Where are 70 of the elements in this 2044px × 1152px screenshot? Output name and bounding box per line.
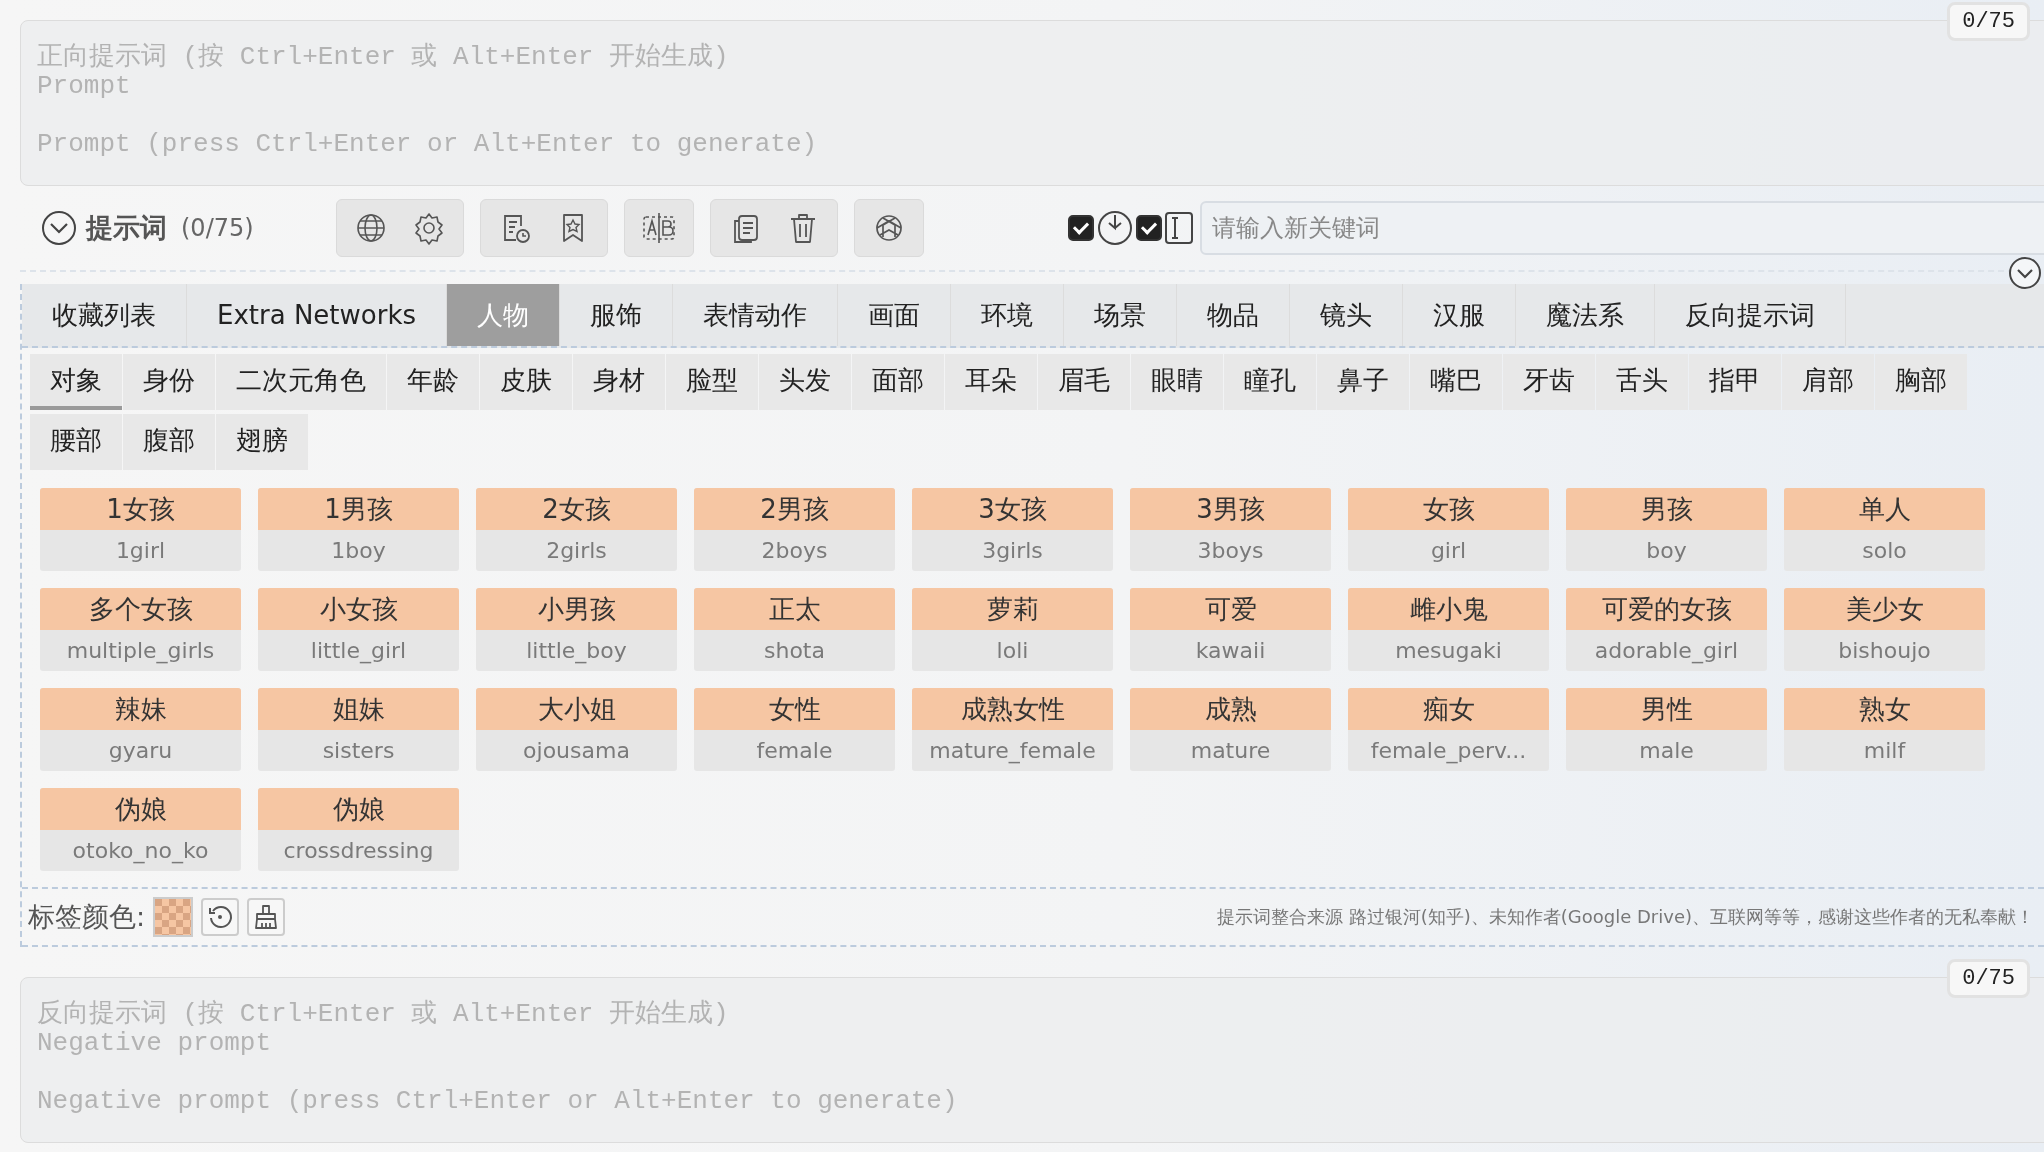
tag-name[interactable]: 可爱的女孩 [1566, 588, 1767, 630]
tag-name[interactable]: 女性 [694, 688, 895, 730]
tag-name[interactable]: 伪娘 [40, 788, 241, 830]
category-tab[interactable]: 画面 [838, 284, 951, 346]
tag-name[interactable]: 可爱 [1130, 588, 1331, 630]
tag-name[interactable]: 1女孩 [40, 488, 241, 530]
subcategory-tab[interactable]: 年龄 [387, 354, 479, 410]
tag-name[interactable]: 美少女 [1784, 588, 1985, 630]
tag-name[interactable]: 痴女 [1348, 688, 1549, 730]
tag-name[interactable]: 2女孩 [476, 488, 677, 530]
tag-name[interactable]: 熟女 [1784, 688, 1985, 730]
category-tab[interactable]: 反向提示词 [1655, 284, 1846, 346]
tag-name[interactable]: 男孩 [1566, 488, 1767, 530]
tag-color-label: 标签颜色: [28, 900, 146, 934]
subcategory-tab[interactable]: 眉毛 [1038, 354, 1130, 410]
tag-name[interactable]: 3男孩 [1130, 488, 1331, 530]
subcategory-tab[interactable]: 鼻子 [1317, 354, 1409, 410]
category-tab[interactable]: 场景 [1064, 284, 1177, 346]
category-tab[interactable]: 表情动作 [673, 284, 838, 346]
tag-name[interactable]: 2男孩 [694, 488, 895, 530]
tag-name[interactable]: 姐妹 [258, 688, 459, 730]
tag-name[interactable]: 成熟 [1130, 688, 1331, 730]
tag-name[interactable]: 大小姐 [476, 688, 677, 730]
category-tab[interactable]: 收藏列表 [22, 284, 187, 346]
tag-name[interactable]: 成熟女性 [912, 688, 1113, 730]
tag-name[interactable]: 小男孩 [476, 588, 677, 630]
tag-name[interactable]: 多个女孩 [40, 588, 241, 630]
subcategory-tab[interactable]: 皮肤 [480, 354, 572, 410]
tag-name[interactable]: 女孩 [1348, 488, 1549, 530]
subcategory-tab[interactable]: 眼睛 [1131, 354, 1223, 410]
subcategory-tab[interactable]: 二次元角色 [216, 354, 386, 410]
subcategory-tab[interactable]: 身份 [123, 354, 215, 410]
tag-name[interactable]: 单人 [1784, 488, 1985, 530]
tag-name[interactable]: 正太 [694, 588, 895, 630]
category-tab[interactable]: 物品 [1177, 284, 1290, 346]
subcategory-tab[interactable]: 耳朵 [945, 354, 1037, 410]
token-counter: 0/75 [1947, 2, 2030, 41]
subcategory-tab[interactable]: 牙齿 [1503, 354, 1595, 410]
token-counter: 0/75 [1947, 959, 2030, 998]
token-count: (0/75) [181, 214, 254, 242]
subcategory-tab[interactable]: 肩部 [1782, 354, 1874, 410]
category-tab[interactable]: 环境 [951, 284, 1064, 346]
credits-text: 提示词整合来源 路过银河(知乎)、未知作者(Google Drive)、互联网等等，感谢这些作者的无私奉献！ [1217, 905, 2034, 929]
keyword-field[interactable]: 请输入新关键词 [1199, 201, 2044, 255]
subcategory-tab[interactable]: 指甲 [1689, 354, 1781, 410]
category-tab[interactable]: 服饰 [560, 284, 673, 346]
subcategory-tab[interactable]: 舌头 [1596, 354, 1688, 410]
subcategory-tab[interactable]: 面部 [852, 354, 944, 410]
tag-name[interactable]: 1男孩 [258, 488, 459, 530]
subcategory-tab[interactable]: 头发 [759, 354, 851, 410]
subcategory-tab[interactable]: 对象 [30, 354, 122, 410]
tag-name[interactable]: 雌小鬼 [1348, 588, 1549, 630]
tag-name[interactable]: 辣妹 [40, 688, 241, 730]
subcategory-tab[interactable]: 身材 [573, 354, 665, 410]
subcategory-tab[interactable]: 胸部 [1875, 354, 1967, 410]
subcategory-tab[interactable]: 嘴巴 [1410, 354, 1502, 410]
subcategory-tab[interactable]: 腹部 [123, 414, 215, 470]
category-tab[interactable]: 魔法系 [1516, 284, 1655, 346]
tag-name[interactable]: 男性 [1566, 688, 1767, 730]
tag-name[interactable]: 萝莉 [912, 588, 1113, 630]
subcategory-tab[interactable]: 腰部 [30, 414, 122, 470]
section-title: 提示词 [86, 211, 167, 245]
category-tab[interactable]: 汉服 [1403, 284, 1516, 346]
category-tab[interactable]: 镜头 [1290, 284, 1403, 346]
subcategory-tab[interactable]: 脸型 [666, 354, 758, 410]
tag-name[interactable]: 伪娘 [258, 788, 459, 830]
subcategory-tab[interactable]: 翅膀 [216, 414, 308, 470]
tag-name[interactable]: 小女孩 [258, 588, 459, 630]
tag-name[interactable]: 3女孩 [912, 488, 1113, 530]
subcategory-tab[interactable]: 瞳孔 [1224, 354, 1316, 410]
